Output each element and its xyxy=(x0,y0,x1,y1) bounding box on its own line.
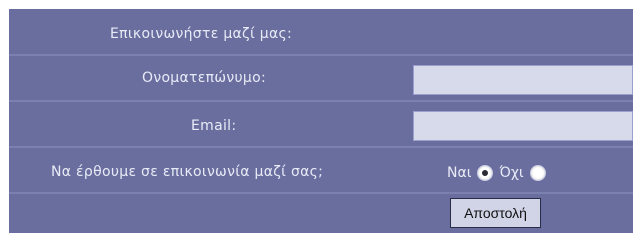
divider-line xyxy=(9,146,633,148)
radio-button-yes[interactable] xyxy=(477,165,494,181)
radio-option-no[interactable]: Όχι xyxy=(499,165,546,181)
name-label: Ονοματεπώνυμο: xyxy=(142,70,266,86)
radio-label-yes: Ναι xyxy=(447,165,472,181)
submit-button[interactable]: Αποστολή xyxy=(450,198,541,228)
contact-question-label: Να έρθουμε σε επικοινωνία μαζί σας; xyxy=(51,164,324,180)
divider-line xyxy=(9,54,633,56)
radio-option-yes[interactable]: Ναι xyxy=(447,165,494,181)
email-input[interactable] xyxy=(413,111,633,141)
radio-label-no: Όχι xyxy=(499,165,524,181)
form-title: Επικοινωνήστε μαζί μας: xyxy=(110,26,293,42)
name-input[interactable] xyxy=(413,65,633,95)
divider-line xyxy=(9,192,633,194)
email-label: Email: xyxy=(191,118,237,134)
radio-button-no[interactable] xyxy=(529,165,546,181)
contact-radio-group: Ναι Όχι xyxy=(447,161,546,185)
divider-line xyxy=(9,100,633,102)
radio-selected-dot xyxy=(482,170,489,176)
